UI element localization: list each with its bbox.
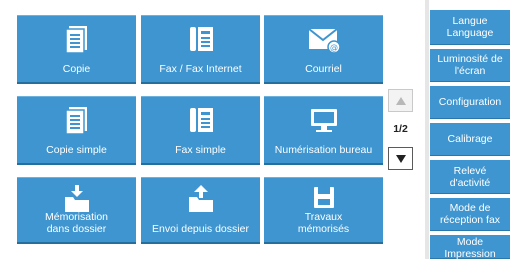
sidebar-item-fax-receive-mode[interactable]: Mode de réception fax [430, 198, 510, 231]
store-to-folder-label: Mémorisation dans dossier [44, 211, 109, 235]
desktop-scan-button[interactable]: Numérisation bureau [264, 96, 383, 165]
email-button[interactable]: @ Courriel [264, 15, 383, 84]
sidebar-divider [425, 0, 429, 259]
send-from-folder-label: Envoi depuis dossier [152, 223, 249, 235]
sidebar-item-calibration[interactable]: Calibrage [430, 123, 510, 156]
sidebar-item-label: Relevé d'activité [449, 164, 491, 189]
sidebar-item-activity-report[interactable]: Relevé d'activité [430, 160, 510, 194]
copy-icon [17, 105, 136, 135]
sidebar-item-label: Luminosité de l'écran [437, 53, 503, 77]
folder-upload-icon [141, 184, 260, 214]
sidebar-item-label: Configuration [438, 96, 502, 108]
simple-fax-label: Fax simple [175, 144, 226, 156]
fax-internet-fax-label: Fax / Fax Internet [159, 63, 242, 75]
sidebar-item-label: Mode de réception fax [439, 202, 501, 226]
copy-button[interactable]: Copie [17, 15, 136, 84]
sidebar-item-label: Calibrage [447, 133, 493, 145]
triangle-down-icon [395, 150, 406, 168]
sidebar-item-label: Langue Language [446, 15, 494, 39]
desktop-scan-label: Numérisation bureau [274, 144, 373, 156]
fax-icon [141, 24, 260, 54]
page-down-button[interactable] [388, 147, 413, 170]
email-label: Courriel [305, 63, 342, 75]
sidebar-item-language[interactable]: Langue Language [430, 10, 510, 45]
sidebar-item-label: Mode Impression [444, 236, 496, 260]
folder-download-icon [17, 184, 136, 214]
send-from-folder-button[interactable]: Envoi depuis dossier [141, 177, 260, 244]
store-to-folder-button[interactable]: Mémorisation dans dossier [17, 177, 136, 244]
triangle-up-icon [395, 92, 406, 110]
stored-jobs-button[interactable]: Travaux mémorisés [264, 177, 383, 244]
stored-jobs-label: Travaux mémorisés [297, 211, 350, 235]
home-screen: Copie Fax / Fax Internet @ Courriel Copi… [0, 0, 510, 260]
save-disk-icon [264, 184, 383, 214]
simple-copy-label: Copie simple [46, 144, 107, 156]
page-up-button[interactable] [388, 89, 413, 112]
sidebar-item-screen-brightness[interactable]: Luminosité de l'écran [430, 49, 510, 82]
copy-icon [17, 24, 136, 54]
monitor-icon [264, 105, 383, 135]
page-indicator: 1/2 [393, 123, 408, 135]
svg-text:@: @ [330, 43, 338, 52]
fax-internet-fax-button[interactable]: Fax / Fax Internet [141, 15, 260, 84]
fax-icon [141, 105, 260, 135]
copy-label: Copie [62, 63, 91, 75]
sidebar-item-print-mode[interactable]: Mode Impression [430, 235, 510, 260]
simple-copy-button[interactable]: Copie simple [17, 96, 136, 165]
email-icon: @ [264, 24, 383, 54]
sidebar-item-configuration[interactable]: Configuration [430, 86, 510, 119]
simple-fax-button[interactable]: Fax simple [141, 96, 260, 165]
